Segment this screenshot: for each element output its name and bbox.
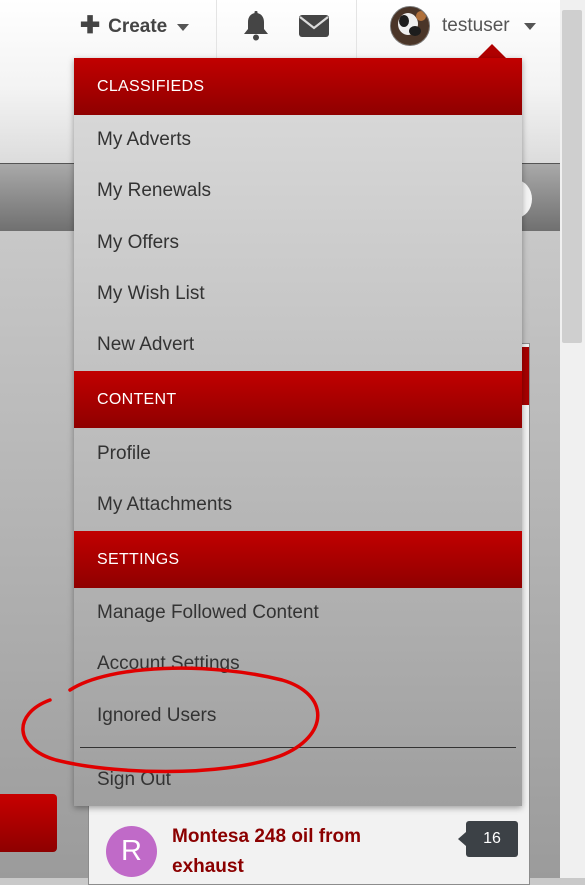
menu-item-my-wish-list[interactable]: My Wish List (97, 279, 205, 309)
user-menu-button[interactable]: testuser (390, 6, 536, 46)
topic-title-link[interactable]: Montesa 248 oil from exhaust (172, 822, 402, 882)
menu-item-account-settings[interactable]: Account Settings (97, 649, 240, 679)
topic-author-avatar[interactable]: R (106, 826, 157, 877)
menu-item-my-offers[interactable]: My Offers (97, 228, 179, 258)
envelope-icon[interactable] (298, 13, 330, 44)
create-menu-button[interactable]: ✚ Create (80, 12, 190, 40)
username-label: testuser (442, 15, 510, 36)
scrollbar-thumb[interactable] (562, 10, 582, 343)
user-avatar (390, 6, 430, 46)
header-separator (356, 0, 357, 58)
dropdown-pointer (478, 44, 506, 58)
menu-item-my-adverts[interactable]: My Adverts (97, 125, 191, 155)
menu-item-my-renewals[interactable]: My Renewals (97, 176, 211, 206)
menu-item-sign-out[interactable]: Sign Out (97, 765, 171, 795)
menu-item-ignored-users[interactable]: Ignored Users (97, 701, 216, 731)
menu-divider (80, 747, 516, 748)
caret-down-icon (177, 23, 190, 31)
plus-icon: ✚ (80, 12, 101, 39)
bell-icon[interactable] (240, 10, 272, 47)
section-header-classifieds: CLASSIFIEDS (74, 58, 522, 115)
create-label: Create (108, 16, 168, 37)
menu-item-my-attachments[interactable]: My Attachments (97, 490, 232, 520)
header-separator (216, 0, 217, 58)
menu-item-profile[interactable]: Profile (97, 439, 151, 469)
topic-row[interactable]: R Montesa 248 oil from exhaust 16 (106, 818, 546, 878)
side-action-button[interactable] (0, 794, 57, 852)
section-header-content: CONTENT (74, 371, 522, 428)
reply-count-badge: 16 (458, 821, 518, 857)
menu-item-new-advert[interactable]: New Advert (97, 330, 194, 360)
caret-down-icon (523, 22, 536, 30)
menu-item-manage-followed-content[interactable]: Manage Followed Content (97, 598, 319, 628)
user-dropdown-menu: CLASSIFIEDS My Adverts My Renewals My Of… (74, 58, 522, 806)
section-header-settings: SETTINGS (74, 531, 522, 588)
